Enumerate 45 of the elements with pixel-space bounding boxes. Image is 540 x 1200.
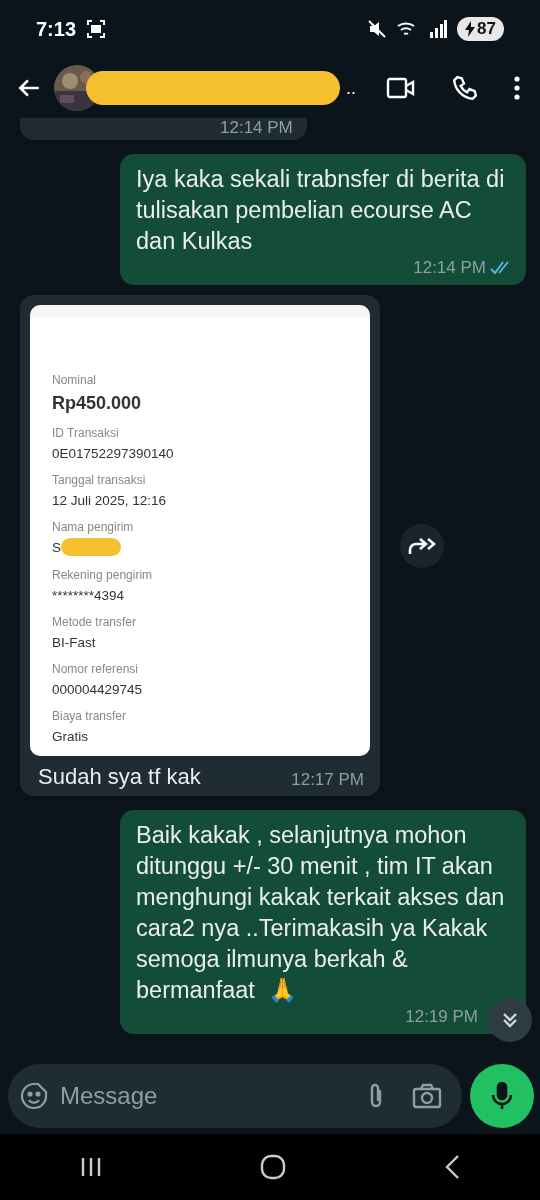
rounded-square-icon (260, 1154, 286, 1180)
clock-time: 7:13 (36, 17, 77, 41)
message-time: 12:14 PM (413, 257, 486, 279)
field-label: Metode transfer (52, 615, 138, 629)
contact-name: .. (346, 77, 356, 99)
message-time: 12:17 PM (291, 770, 364, 790)
field-label: Nominal (52, 373, 97, 387)
field-value: Rp450.000 (52, 393, 143, 414)
camera-icon (412, 1083, 442, 1109)
phone-icon (452, 75, 478, 101)
message-time: 12:14 PM (220, 118, 293, 137)
field-value: 0E01752297390140 (52, 446, 175, 461)
message-bar[interactable]: Message (8, 1064, 462, 1128)
forward-arrow-icon (408, 535, 436, 556)
more-icon (514, 76, 520, 100)
field-value: S (52, 539, 61, 555)
field-label: Nomor referensi (52, 662, 140, 676)
mute-icon (367, 19, 388, 39)
microphone-icon (490, 1081, 514, 1111)
signal-icon (429, 20, 448, 38)
sticker-icon (20, 1082, 48, 1110)
field-label: Rekening pengirim (52, 568, 154, 582)
field-value: 000004429745 (52, 682, 144, 697)
field-value: Gratis (52, 729, 89, 744)
chevrons-down-icon (500, 1010, 520, 1030)
field-label: Nama pengirim (52, 520, 135, 534)
bolt-icon (465, 21, 476, 37)
field-label: ID Transaksi (52, 426, 120, 440)
scroll-down-button[interactable] (488, 998, 532, 1042)
video-camera-icon (386, 76, 416, 100)
field-label: Biaya transfer (52, 709, 128, 723)
redaction-mark (61, 538, 121, 556)
field-value: BI-Fast (52, 635, 97, 650)
battery-indicator: 87 (457, 17, 504, 41)
message-text: Iya kaka sekali trabnsfer di berita di tulisakan pembelian ecourse AC dan Kulkas (136, 165, 506, 256)
message-text: Baik kakak , selanjutnya mohon ditunggu +/- 30 menit , tim IT akan menghungi kakak terkait akses dan cara2 nya ..Terimakasih ya Kakak semoga ilmunya berkah & bermanfaat 🙏 (136, 821, 506, 1005)
field-label: Tanggal transaksi (52, 473, 147, 487)
forward-button[interactable] (400, 523, 444, 568)
field-value: ********4394 (52, 588, 126, 603)
field-value: 12 Juli 2025, 12:16 (52, 493, 168, 508)
message-text: Sudah sya tf kak (38, 764, 201, 790)
message-time: 12:19 PM (405, 1006, 478, 1028)
chevron-left-icon (443, 1154, 462, 1180)
screenshot-icon (86, 19, 107, 39)
message-field[interactable]: Message (58, 1081, 354, 1111)
